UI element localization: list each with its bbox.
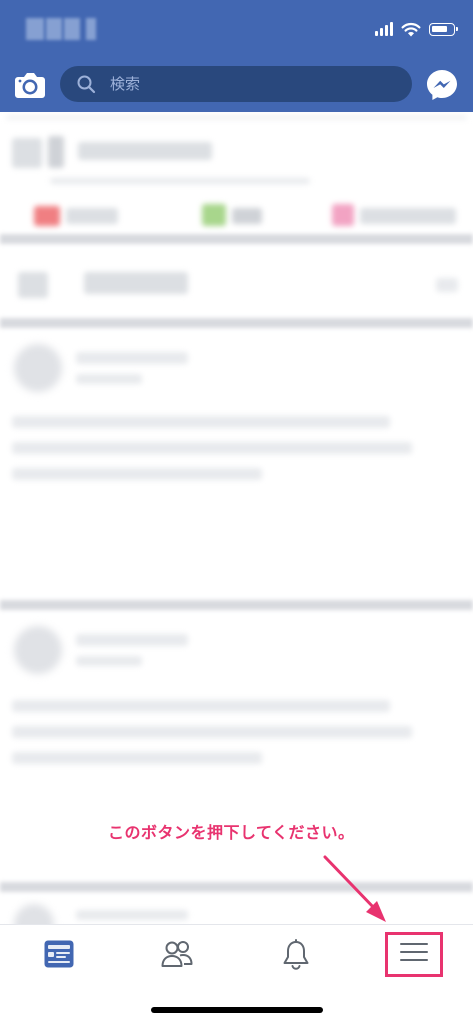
messenger-button[interactable] [425, 68, 459, 102]
carrier-name-blurred [26, 18, 100, 40]
tab-menu[interactable] [355, 925, 473, 985]
news-feed-blurred [0, 112, 473, 924]
battery-icon [429, 22, 458, 36]
checkin-button-blurred [332, 204, 354, 226]
post-text-blurred [12, 752, 262, 764]
composer-icon-blurred [48, 136, 64, 168]
stories-icon-blurred [18, 272, 48, 298]
post-avatar-blurred [14, 626, 62, 674]
tab-news-feed[interactable] [0, 925, 118, 985]
app-header: 検索 [0, 0, 473, 112]
camera-button[interactable] [13, 69, 47, 101]
signal-icon [375, 22, 393, 36]
post-text-blurred [12, 726, 412, 738]
messenger-icon [427, 70, 457, 100]
live-button-blurred [34, 206, 60, 226]
status-bar [0, 0, 473, 56]
tab-friends[interactable] [118, 925, 236, 985]
search-row: 検索 [0, 60, 473, 108]
home-indicator[interactable] [151, 1007, 323, 1013]
search-placeholder: 検索 [110, 75, 141, 93]
news-feed-icon [44, 940, 74, 968]
post-text-blurred [12, 700, 390, 712]
feed-separator [0, 318, 473, 328]
status-icons [375, 20, 458, 38]
wifi-icon [401, 22, 421, 36]
post-text-blurred [12, 442, 412, 454]
hamburger-menu-icon [400, 943, 428, 961]
post-text-blurred [12, 416, 390, 428]
camera-icon [15, 73, 45, 98]
search-icon [77, 75, 96, 94]
photo-button-blurred [202, 204, 226, 226]
post-time-blurred [76, 374, 142, 384]
bell-icon [283, 939, 309, 970]
post-author-blurred [76, 634, 188, 646]
post-avatar-blurred [14, 344, 62, 392]
photo-label-blurred [232, 208, 262, 224]
stories-arrow-blurred [436, 278, 458, 292]
friends-icon [161, 941, 193, 967]
composer-line-blurred [50, 178, 310, 184]
stories-label-blurred [84, 272, 188, 294]
feed-separator [0, 882, 473, 892]
checkin-label-blurred [360, 208, 456, 224]
post-author-blurred [76, 910, 188, 920]
post-text-blurred [12, 468, 262, 480]
post-time-blurred [76, 656, 142, 666]
composer-prompt-blurred [78, 142, 212, 160]
post-avatar-blurred [14, 904, 54, 924]
feed-separator [0, 234, 473, 244]
feed-separator [0, 600, 473, 610]
live-label-blurred [66, 208, 118, 224]
composer-avatar-blurred [12, 138, 42, 168]
instruction-annotation: このボタンを押下してください。 [108, 823, 355, 842]
search-input[interactable]: 検索 [60, 66, 412, 102]
tab-notifications[interactable] [237, 925, 355, 985]
post-author-blurred [76, 352, 188, 364]
feed-top-line [6, 116, 467, 119]
